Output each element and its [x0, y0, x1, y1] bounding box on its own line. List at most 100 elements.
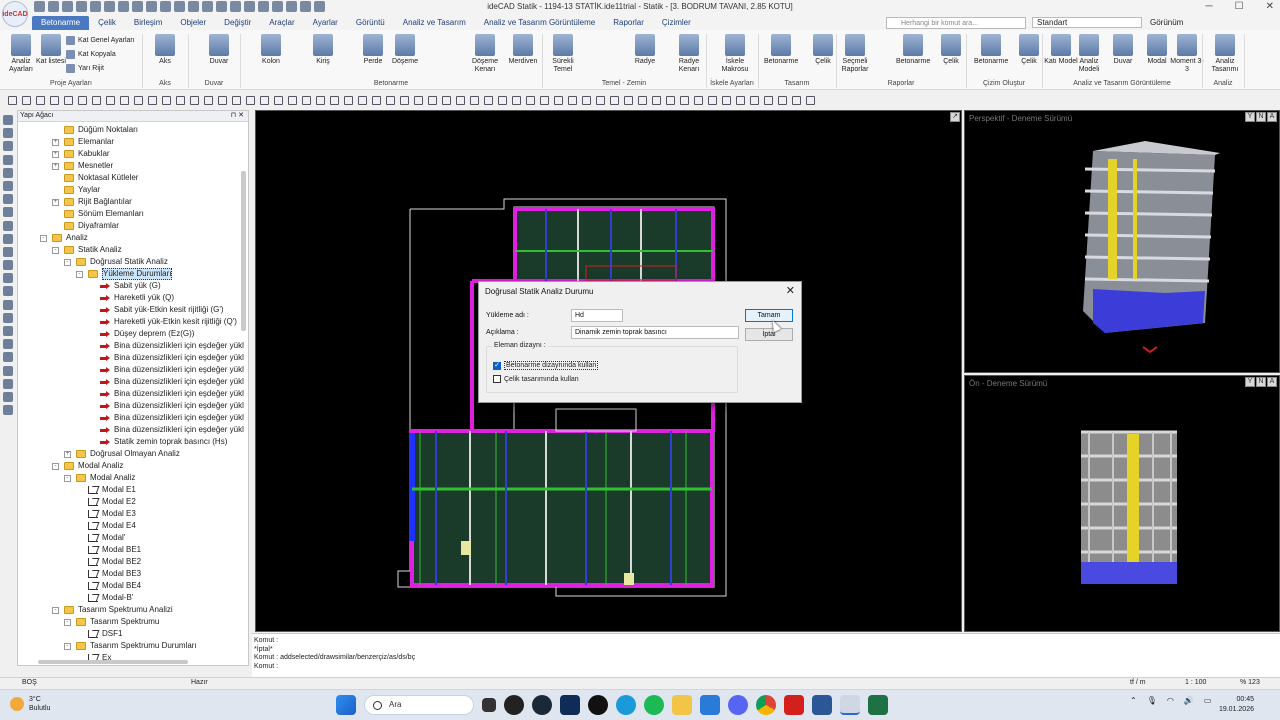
draw-tool-icon[interactable] [568, 95, 577, 105]
view-menu[interactable]: Görünüm [1150, 18, 1183, 27]
tree-item[interactable]: Modal E1 [18, 484, 248, 496]
tree-item[interactable]: Bina düzensizlikleri için eşdeğer yükl [18, 388, 248, 400]
tree-item[interactable]: Sabit yük-Etkin kesit rijitliği (G') [18, 304, 248, 316]
tree-item[interactable]: DSF1 [18, 628, 248, 640]
side-tool-icon[interactable] [3, 180, 13, 191]
ribbon-small-button-2[interactable]: Yarı Rijit [66, 64, 104, 73]
ribbon-button-14[interactable]: Betonarme [764, 34, 798, 66]
ribbon-button-20[interactable]: Çelik [1012, 34, 1046, 66]
draw-tool-icon[interactable] [526, 95, 535, 105]
side-tool-icon[interactable] [3, 154, 13, 165]
draw-tool-icon[interactable] [638, 95, 647, 105]
draw-tool-icon[interactable] [330, 95, 339, 105]
side-tool-icon[interactable] [3, 405, 13, 416]
microphone-icon[interactable]: 🎙 [1147, 696, 1157, 705]
tree-item[interactable]: Yaylar [18, 184, 248, 196]
ok-button[interactable]: Tamam [745, 309, 793, 322]
side-tool-icon[interactable] [3, 260, 13, 271]
close-icon[interactable]: ✕ [1266, 1, 1274, 12]
draw-tool-icon[interactable] [260, 95, 269, 105]
dialog-close-icon[interactable]: ✕ [786, 284, 795, 297]
outlook-icon[interactable] [700, 695, 720, 715]
system-tray[interactable]: ⌃ 🎙 ◠ 🔊 ▭ [1130, 696, 1211, 705]
draw-tool-icon[interactable] [36, 95, 45, 105]
draw-tool-icon[interactable] [162, 95, 171, 105]
draw-tool-icon[interactable] [498, 95, 507, 105]
menu-7[interactable]: Görüntü [347, 16, 394, 30]
side-tool-icon[interactable] [3, 194, 13, 205]
draw-tool-icon[interactable] [736, 95, 745, 105]
draw-tool-icon[interactable] [792, 95, 801, 105]
menu-6[interactable]: Ayarlar [304, 16, 347, 30]
draw-tool-icon[interactable] [414, 95, 423, 105]
photoshop-icon[interactable] [560, 695, 580, 715]
excel-icon[interactable] [868, 695, 888, 715]
menu-3[interactable]: Objeler [171, 16, 215, 30]
maximize-icon[interactable]: ☐ [1235, 1, 1244, 12]
draw-tool-icon[interactable] [764, 95, 773, 105]
ribbon-button-5[interactable]: Kiriş [306, 34, 340, 66]
tree-item[interactable]: + Kabuklar [18, 148, 248, 160]
expand-icon[interactable]: + [64, 451, 71, 458]
draw-tool-icon[interactable] [120, 95, 129, 105]
draw-tool-icon[interactable] [582, 95, 591, 105]
tree-item[interactable]: - Doğrusal Statik Analiz [18, 256, 248, 268]
weather-widget[interactable]: 3°C Bulutlu [10, 695, 50, 713]
draw-tool-icon[interactable] [596, 95, 605, 105]
tree-item[interactable]: Bina düzensizlikleri için eşdeğer yükl [18, 340, 248, 352]
front-viewport[interactable]: Ön - Deneme Sürümü YNA [964, 375, 1280, 632]
draw-tool-icon[interactable] [218, 95, 227, 105]
tree-item[interactable]: - Tasarım Spektrumu Analizi [18, 604, 248, 616]
draw-tool-icon[interactable] [442, 95, 451, 105]
draw-tool-icon[interactable] [8, 95, 17, 105]
menu-2[interactable]: Birleşim [125, 16, 171, 30]
spotify-icon[interactable] [644, 695, 664, 715]
ribbon-button-7[interactable]: Döşeme [388, 34, 422, 66]
menu-9[interactable]: Analiz ve Tasarım Görüntüleme [475, 16, 604, 30]
collapse-icon[interactable]: - [52, 247, 59, 254]
task-view-icon[interactable] [482, 698, 496, 712]
check-icon[interactable]: ✓ [493, 361, 501, 370]
draw-tool-icon[interactable] [372, 95, 381, 105]
draw-tool-icon[interactable] [274, 95, 283, 105]
tree-item[interactable]: Sabit yük (G) [18, 280, 248, 292]
ribbon-button-23[interactable]: Duvar [1106, 34, 1140, 66]
drawing-toolbar[interactable] [0, 93, 850, 107]
draw-tool-icon[interactable] [64, 95, 73, 105]
side-tool-icon[interactable] [3, 273, 13, 284]
ribbon-button-11[interactable]: Radye [628, 34, 662, 66]
menu-8[interactable]: Analiz ve Tasarım [394, 16, 475, 30]
tree-horizontal-scrollbar[interactable] [38, 660, 188, 664]
expand-icon[interactable]: + [52, 151, 59, 158]
collapse-icon[interactable]: - [76, 271, 83, 278]
tree-item[interactable]: + Elemanlar [18, 136, 248, 148]
tree-item[interactable]: Hareketli yük-Etkin kesit rijitliği (Q') [18, 316, 248, 328]
tree-item[interactable]: + Rijit Bağlantılar [18, 196, 248, 208]
ribbon-button-4[interactable]: Kolon [254, 34, 288, 66]
side-tool-icon[interactable] [3, 299, 13, 310]
command-search-input[interactable]: Herhangi bir komut ara... [886, 17, 1026, 29]
side-tool-icon[interactable] [3, 378, 13, 389]
side-tool-icon[interactable] [3, 207, 13, 218]
draw-tool-icon[interactable] [778, 95, 787, 105]
draw-tool-icon[interactable] [750, 95, 759, 105]
tree-item[interactable]: Bina düzensizlikleri için eşdeğer yükl [18, 376, 248, 388]
collapse-icon[interactable]: - [64, 259, 71, 266]
draw-tool-icon[interactable] [78, 95, 87, 105]
draw-tool-icon[interactable] [190, 95, 199, 105]
tree-item[interactable]: - Yükleme Durumları [18, 268, 248, 280]
expand-icon[interactable]: + [52, 139, 59, 146]
ribbon-button-9[interactable]: Merdiven [506, 34, 540, 66]
window-controls[interactable]: ─ ☐ ✕ [1206, 1, 1274, 12]
tree-item[interactable]: Sönüm Elemanları [18, 208, 248, 220]
draw-tool-icon[interactable] [50, 95, 59, 105]
description-input[interactable]: Dinamik zemin toprak basıncı [571, 326, 739, 339]
status-zoom[interactable]: % 123 [1240, 678, 1260, 688]
side-tool-icon[interactable] [3, 326, 13, 336]
tree-item[interactable]: Hareketli yük (Q) [18, 292, 248, 304]
side-tool-icon[interactable] [3, 246, 13, 257]
tree-vertical-scrollbar[interactable] [241, 171, 246, 331]
structure-tree-panel[interactable]: Yapı Ağacı ⊓ ✕ Düğüm Noktaları + Elemanlar… [17, 110, 249, 666]
tree-item[interactable]: Modal BE2 [18, 556, 248, 568]
steel-checkbox-box[interactable] [493, 375, 501, 383]
